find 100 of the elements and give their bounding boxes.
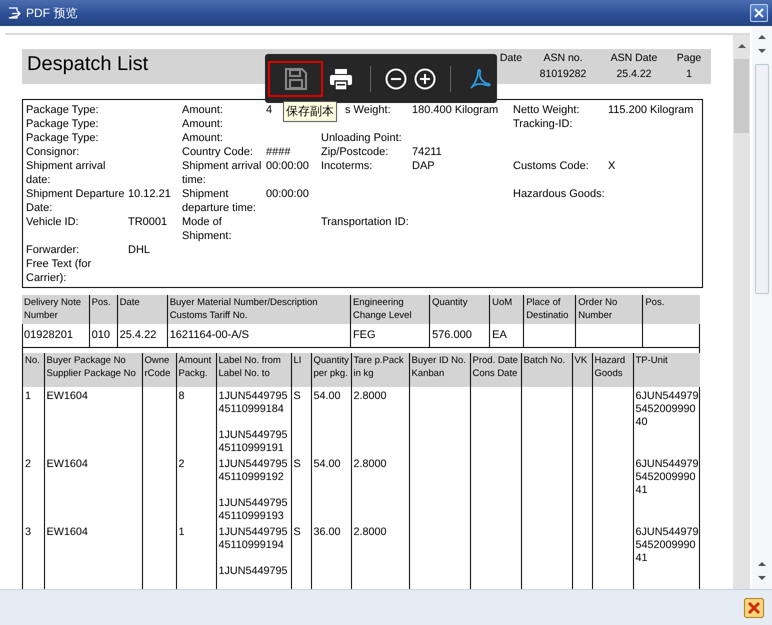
info-text: s Weight: [345,103,391,117]
table-cell: 54.00 [311,387,351,455]
column-header: Batch No. [521,353,572,387]
info-text: Shipment arrival time: [182,159,262,187]
column-header: Delivery Note Number [22,295,90,324]
table-cell: EW1604 [44,455,142,523]
table-cell: 6JUN544979 5452009990 41 [633,455,700,523]
label-to-text: 1JUN5449795 45110999193 [218,497,289,523]
table-cell: S [291,455,311,523]
scroll-thumb[interactable] [734,59,749,133]
header-label: ASN Date [610,52,658,64]
info-text: Netto Weight: [513,103,580,117]
info-text: TR0001 [128,215,168,230]
save-button[interactable] [268,60,324,96]
column-header: Tare p.Pack in kg [351,353,409,387]
info-text: 74211 [412,145,443,159]
info-text: Package Type: [26,103,100,117]
info-text: DHL [128,243,152,257]
info-text: Amount: [182,131,224,145]
table-cell: EA [490,324,524,348]
info-text: Hazardous Goods: [513,187,606,202]
info-text: 115.200 Kilogram [608,103,694,117]
table-cell: EW1604 [44,387,142,455]
info-text: Incoterms: [321,159,374,174]
info-text: #### [266,145,292,159]
close-button[interactable] [750,4,768,22]
printer-icon [328,66,352,90]
info-text: 180.400 Kilogram [412,103,500,117]
info-text: Amount: [182,117,224,131]
table-cell: 3 [23,523,44,589]
column-header: Order No Number [576,295,643,324]
header-value: 1 [686,68,692,80]
column-header: Owne rCode [142,353,176,387]
column-header: VK [572,353,592,387]
table-cell: 576.000 [430,324,490,348]
info-text: Shipment arrival date: [26,159,106,187]
info-text: DAP [412,159,436,174]
document-title: Despatch List [26,52,150,76]
scrollbar[interactable] [733,35,750,589]
info-text: Transportation ID: [321,215,410,230]
window-title: PDF 预览 [26,4,78,22]
column-header: LI [291,353,311,387]
header-label: Page [676,52,702,64]
header-label: Date [500,52,522,64]
column-header: Engineering Change Level [350,295,430,324]
info-text: 4 [266,103,274,117]
info-text: Shipment departure time: [182,187,257,215]
zoom-in-icon [414,68,436,90]
info-text: Zip/Postcode: [321,145,390,159]
label-to-text: 1JUN5449795 [218,565,289,578]
info-text: Country Code: [182,145,254,159]
info-text: Package Type: [26,117,100,131]
column-header: Quantity per pkg. [311,353,351,387]
info-text: Shipment Departure Date: [26,187,126,215]
column-header: Hazard Goods [592,353,633,387]
info-text: Tracking-ID: [513,117,574,131]
table-cell: 54.00 [311,455,351,523]
x-mark-icon[interactable] [744,598,764,618]
info-text: Free Text (for Carrier): [26,257,92,285]
scroll-thumb[interactable] [755,64,769,294]
column-header: Date [117,295,168,324]
column-header: Prod. Date Cons Date [470,353,521,387]
info-text: Forwarder: [26,243,80,257]
table-cell: 2 [176,455,216,523]
table-cell: 6JUN544979 5452009990 40 [633,387,700,455]
label-from-text: 1JUN5449795 45110999184 [218,390,289,416]
column-header: Buyer Package No Supplier Package No [44,353,142,387]
column-header: Buyer Material Number/Description Customs Tariff No. [167,295,350,324]
label-to-text: 1JUN5449795 45110999191 [218,429,289,455]
column-header: Pos. [89,295,118,324]
table-cell: 01928201 [22,324,90,348]
header-value: 81019282 [540,68,586,80]
table-cell: 25.4.22 [117,324,168,348]
info-text: 00:00:00 [266,187,310,202]
column-header: Quantity [430,295,490,324]
info-text: Unloading Point: [321,131,403,145]
header-label: ASN no. [543,52,583,64]
table-cell: 2 [23,455,44,523]
table-cell: 8 [176,387,216,455]
zoom-out-icon [384,68,407,90]
info-text: Package Type: [26,131,100,145]
table-cell: 1621164-00-A/S [167,324,350,348]
column-header: Amount Packg. [176,353,216,387]
column-header: UoM [490,295,524,324]
info-text: Mode of Shipment: [182,215,233,243]
info-text: X [608,159,616,174]
column-header: No. [23,353,44,387]
column-header: Buyer ID No. Kanban [409,353,470,387]
column-header: Pos. [642,295,700,324]
table-cell: 2.8000 [351,455,409,523]
column-header: Label No. from Label No. to [216,353,291,387]
label-from-text: 1JUN5449795 45110999194 [218,526,289,552]
info-text: 00:00:00 [266,159,310,174]
scrollbar[interactable] [752,26,772,589]
table-cell: 1 [23,387,44,455]
info-text: Customs Code: [513,159,590,174]
label-from-text: 1JUN5449795 45110999192 [218,458,289,484]
table-cell: FEG [350,324,430,348]
header-value: 25.4.22 [616,68,652,80]
pdf-icon [468,66,492,90]
